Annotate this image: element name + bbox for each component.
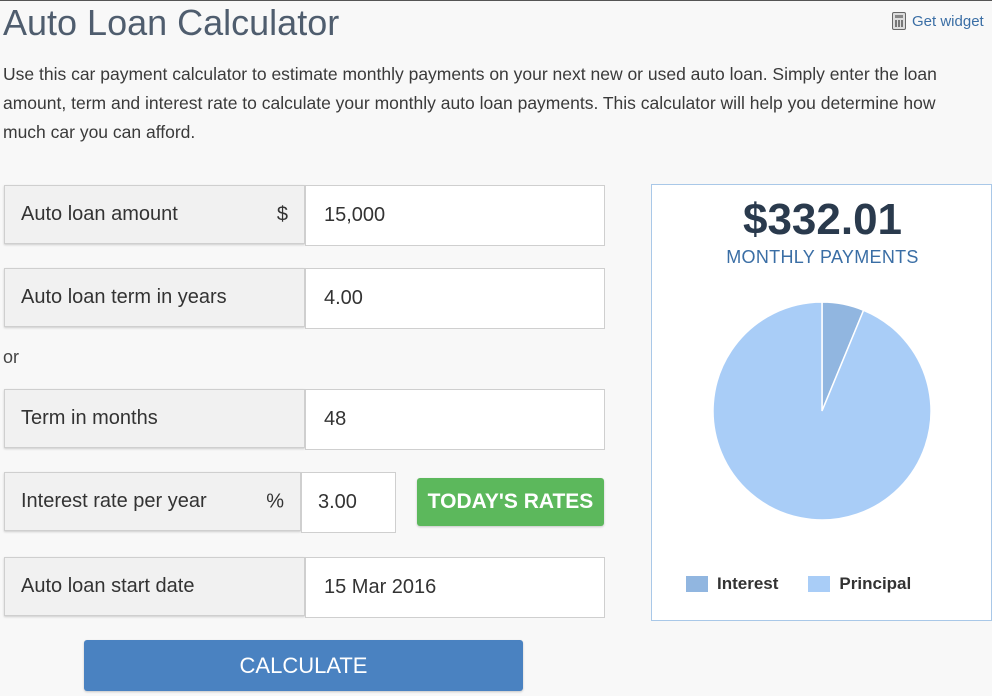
result-panel: $332.01 MONTHLY PAYMENTS Interest Princi… — [651, 184, 992, 621]
interest-rate-input[interactable] — [301, 472, 396, 533]
loan-amount-row: Auto loan amount $ — [4, 185, 606, 246]
calculate-button[interactable]: CALCULATE — [84, 640, 523, 691]
or-separator: or — [3, 347, 20, 367]
monthly-payment-label: MONTHLY PAYMENTS — [726, 247, 919, 267]
term-months-label: Term in months — [4, 389, 305, 448]
principal-swatch — [808, 576, 831, 592]
loan-term-years-label: Auto loan term in years — [4, 268, 305, 327]
monthly-payment-amount: $332.01 — [742, 195, 903, 244]
page-title: Auto Loan Calculator — [3, 2, 340, 43]
loan-term-years-row: Auto loan term in years — [4, 268, 606, 329]
start-date-input[interactable] — [305, 557, 605, 618]
get-widget-label: Get widget — [912, 12, 984, 30]
calculator-icon — [892, 12, 906, 30]
interest-rate-label: Interest rate per year % — [4, 472, 301, 531]
chart-legend: Interest Principal — [686, 574, 911, 594]
dollar-unit: $ — [276, 203, 288, 225]
pie-slice-principal — [712, 301, 932, 521]
legend-interest-label: Interest — [717, 574, 779, 593]
interest-swatch — [686, 576, 708, 592]
intro-text: Use this car payment calculator to estim… — [3, 64, 937, 142]
legend-interest: Interest — [686, 574, 778, 594]
loan-amount-input[interactable] — [305, 185, 605, 246]
term-months-row: Term in months — [4, 389, 606, 450]
loan-term-years-input[interactable] — [305, 268, 605, 329]
legend-principal-label: Principal — [839, 574, 912, 593]
legend-principal: Principal — [808, 574, 911, 594]
loan-amount-label: Auto loan amount $ — [4, 185, 305, 244]
start-date-label: Auto loan start date — [4, 557, 305, 616]
todays-rates-button[interactable]: TODAY'S RATES — [417, 478, 604, 526]
interest-rate-row: Interest rate per year % — [4, 472, 396, 533]
term-months-input[interactable] — [305, 389, 605, 450]
payment-breakdown-pie — [712, 301, 932, 521]
percent-unit: % — [266, 490, 284, 512]
start-date-row: Auto loan start date — [4, 557, 606, 618]
get-widget-link[interactable]: Get widget — [892, 12, 984, 30]
